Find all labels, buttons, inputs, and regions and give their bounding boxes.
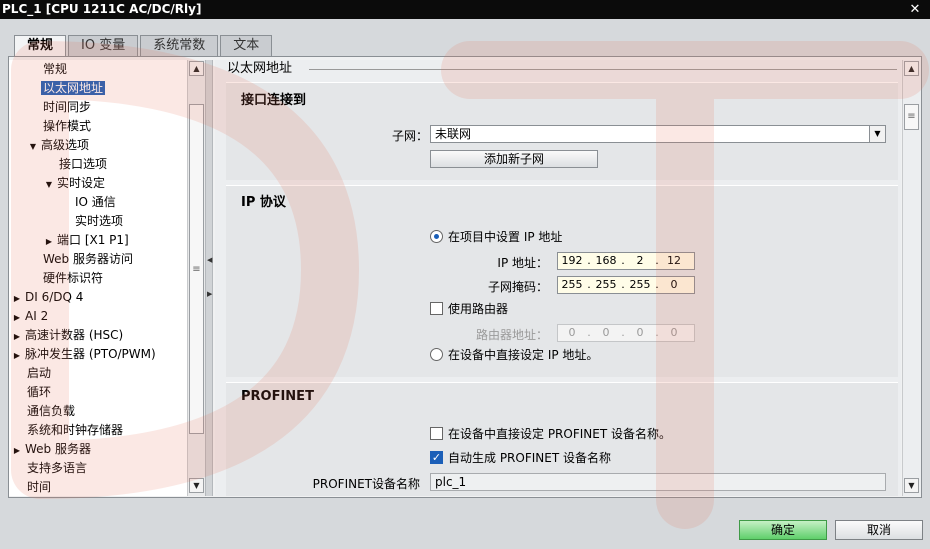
tree-item[interactable]: 实时选项 <box>73 212 125 231</box>
scroll-up-icon[interactable]: ▲ <box>904 61 919 76</box>
content-title: 以太网地址 <box>227 61 293 76</box>
option-label: 自动生成 PROFINET 设备名称 <box>448 451 611 465</box>
profinet-name-field[interactable]: plc_1 <box>430 473 886 491</box>
tree-item-ethernet-address[interactable]: 以太网地址 <box>41 79 106 98</box>
use-router-checkbox[interactable] <box>430 302 443 315</box>
scroll-thumb[interactable]: ≡ <box>189 104 204 434</box>
tab-general[interactable]: 常规 <box>14 35 67 57</box>
tab-io-tags[interactable]: IO 变量 <box>68 35 139 56</box>
tree-item[interactable]: ▶ AI 2 <box>11 307 50 326</box>
ip-address-label: IP 地址： <box>497 256 548 270</box>
expand-down-icon[interactable]: ▼ <box>43 175 55 194</box>
section-title: PROFINET <box>241 389 314 404</box>
auto-name-checkbox[interactable]: ✓ <box>430 451 443 464</box>
tree-item[interactable]: ▶ DI 6/DQ 4 <box>11 288 85 307</box>
settings-content: 以太网地址 接口连接到 子网： 未联网 ▼ 添加新子网 IP 协议 在项目中设置… <box>215 60 901 496</box>
profinet-section: PROFINET 在设备中直接设定 PROFINET 设备名称。 ✓ 自动生成 … <box>226 382 898 496</box>
section-title: 接口连接到 <box>241 93 307 108</box>
header-rule <box>309 69 897 70</box>
panel-splitter[interactable]: ◀ ▶ <box>205 60 213 496</box>
navigation-tree: 常规 以太网地址 时间同步 操作模式 ▼ 高级选项 接口选项 ▼ 实时设定 IO 通… <box>9 60 187 496</box>
tab-texts[interactable]: 文本 <box>220 35 273 56</box>
window-title: PLC_1 [CPU 1211C AC/DC/Rly] <box>2 2 202 16</box>
tree-item[interactable]: IO 通信 <box>73 193 118 212</box>
tree-item[interactable]: 系统和时钟存储器 <box>25 421 125 440</box>
tree-item[interactable]: ▶ 高速计数器 (HSC) <box>11 326 125 345</box>
expand-right-icon[interactable]: ▶ <box>11 327 23 346</box>
expand-right-icon[interactable]: ▶ <box>11 441 23 460</box>
tree-item[interactable]: 硬件标识符 <box>41 269 105 288</box>
content-header: 以太网地址 <box>215 60 901 80</box>
tree-item[interactable]: 启动 <box>25 364 53 383</box>
tab-bar: 常规 IO 变量 系统常数 文本 <box>14 35 274 57</box>
subnet-mask-label: 子网掩码： <box>487 280 548 294</box>
direct-name-checkbox[interactable] <box>430 427 443 440</box>
expand-right-icon[interactable]: ▶ <box>11 346 23 365</box>
tree-item[interactable]: 常规 <box>41 60 69 79</box>
scroll-up-icon[interactable]: ▲ <box>189 61 204 76</box>
expand-right-icon[interactable]: ▶ <box>11 308 23 327</box>
subnet-value: 未联网 <box>435 127 472 141</box>
tree-item[interactable]: 支持多语言 <box>25 459 89 478</box>
title-bar: PLC_1 [CPU 1211C AC/DC/Rly] ✕ <box>0 0 930 19</box>
tree-item[interactable]: 时间同步 <box>41 98 93 117</box>
tree-item[interactable]: 接口选项 <box>57 155 109 174</box>
profinet-name-label: PROFINET设备名称 <box>312 477 420 491</box>
tree-item[interactable]: 操作模式 <box>41 117 93 136</box>
interface-section: 接口连接到 子网： 未联网 ▼ 添加新子网 <box>226 82 898 180</box>
tab-system-constants[interactable]: 系统常数 <box>140 35 219 56</box>
close-icon[interactable]: ✕ <box>908 0 922 19</box>
scroll-thumb[interactable]: ≡ <box>904 104 919 130</box>
tree-item[interactable]: ▶ Web 服务器 <box>11 440 93 459</box>
expand-right-icon[interactable]: ▶ <box>43 232 55 251</box>
router-address-input[interactable]: 0.0.0.0 <box>557 324 695 342</box>
tree-scrollbar[interactable]: ▲ ≡ ▼ <box>187 60 205 496</box>
tree-item[interactable]: ▼ 实时设定 <box>43 174 107 193</box>
cancel-button[interactable]: 取消 <box>835 520 923 540</box>
tree-item[interactable]: 时间 <box>25 478 53 496</box>
expand-down-icon[interactable]: ▼ <box>27 137 39 156</box>
scroll-down-icon[interactable]: ▼ <box>189 478 204 493</box>
subnet-label: 子网： <box>391 129 428 143</box>
tree-item[interactable]: ▶ 端口 [X1 P1] <box>43 231 131 250</box>
ip-protocol-section: IP 协议 在项目中设置 IP 地址 IP 地址： 192. 168. 2. 12 子… <box>226 185 898 377</box>
collapse-left-icon[interactable]: ◀ <box>207 256 212 264</box>
tree-item[interactable]: ▼ 高级选项 <box>27 136 91 155</box>
add-subnet-button[interactable]: 添加新子网 <box>430 150 598 168</box>
chevron-down-icon[interactable]: ▼ <box>869 126 885 142</box>
tree-item[interactable]: 循环 <box>25 383 53 402</box>
subnet-mask-input[interactable]: 255. 255. 255. 0 <box>557 276 695 294</box>
radio-set-ip-in-project[interactable] <box>430 230 443 243</box>
option-label: 在设备中直接设定 PROFINET 设备名称。 <box>448 427 671 441</box>
radio-set-ip-on-device[interactable] <box>430 348 443 361</box>
option-label: 使用路由器 <box>448 302 509 316</box>
option-label: 在项目中设置 IP 地址 <box>448 230 563 244</box>
collapse-right-icon[interactable]: ▶ <box>207 290 212 298</box>
tree-item[interactable]: ▶ 脉冲发生器 (PTO/PWM) <box>11 345 158 364</box>
router-address-label: 路由器地址： <box>475 328 548 342</box>
section-title: IP 协议 <box>241 195 286 210</box>
content-scrollbar[interactable]: ▲ ≡ ▼ <box>902 60 921 496</box>
expand-right-icon[interactable]: ▶ <box>11 289 23 308</box>
subnet-select[interactable]: 未联网 ▼ <box>430 125 886 143</box>
scroll-down-icon[interactable]: ▼ <box>904 478 919 493</box>
tree-item[interactable]: 通信负载 <box>25 402 77 421</box>
option-label: 在设备中直接设定 IP 地址。 <box>448 348 599 362</box>
tree-item[interactable]: Web 服务器访问 <box>41 250 135 269</box>
ok-button[interactable]: 确定 <box>739 520 827 540</box>
ip-address-input[interactable]: 192. 168. 2. 12 <box>557 252 695 270</box>
